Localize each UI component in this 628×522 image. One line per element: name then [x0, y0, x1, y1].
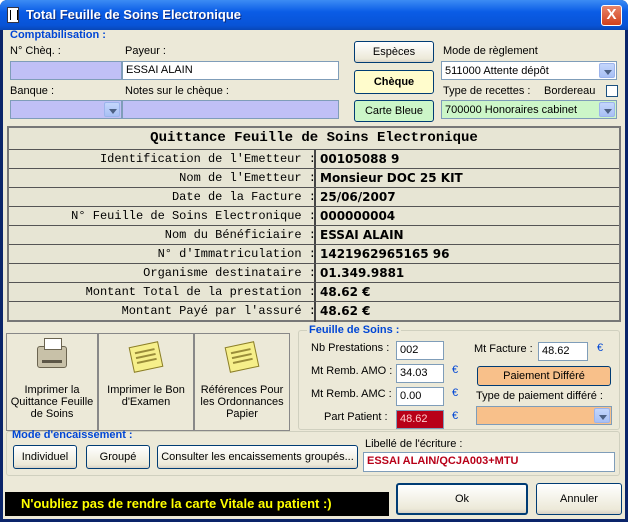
- mt-remb-amo-label: Mt Remb. AMO :: [311, 365, 393, 377]
- quittance-row: Nom de l'Emetteur : Monsieur DOC 25 KIT: [9, 168, 619, 187]
- quittance-row-value: Monsieur DOC 25 KIT: [320, 171, 463, 185]
- encaissement-title: Mode d'encaissement :: [12, 429, 133, 441]
- carte-bleue-button[interactable]: Carte Bleue: [354, 100, 434, 122]
- euro-label: €: [452, 387, 459, 399]
- libelle-label: Libellé de l'écriture :: [365, 438, 463, 450]
- quittance-panel: Quittance Feuille de Soins Electronique …: [7, 126, 621, 322]
- ok-button[interactable]: Ok: [396, 483, 528, 515]
- payeur-label: Payeur :: [125, 45, 166, 57]
- consulter-encaissements-button[interactable]: Consulter les encaissements groupés...: [157, 445, 358, 469]
- quittance-row-label: Nom du Bénéficiaire :: [164, 228, 316, 242]
- imprimer-bon-button[interactable]: Imprimer le Bon d'Examen: [98, 333, 194, 431]
- quittance-row: Montant Payé par l'assuré : 48.62 €: [9, 301, 619, 320]
- part-patient-label: Part Patient :: [324, 411, 388, 423]
- banque-label: Banque :: [10, 85, 55, 97]
- quittance-row: Nom du Bénéficiaire : ESSAI ALAIN: [9, 225, 619, 244]
- type-recettes-value: 700000 Honoraires cabinet: [445, 104, 578, 116]
- type-recettes-label: Type de recettes :: [443, 85, 531, 97]
- quittance-row-label: N° Feuille de Soins Electronique :: [71, 209, 316, 223]
- quittance-row-value: 48.62 €: [320, 285, 371, 299]
- quittance-row-value: 48.62 €: [320, 304, 371, 318]
- quittance-row: Montant Total de la prestation : 48.62 €: [9, 282, 619, 301]
- quittance-title: Quittance Feuille de Soins Electronique: [150, 130, 478, 146]
- mt-facture-label: Mt Facture :: [474, 343, 533, 355]
- quittance-row-label: Montant Payé par l'assuré :: [121, 304, 316, 318]
- title-bar[interactable]: Total Feuille de Soins Electronique X: [0, 0, 628, 30]
- status-message: N'oubliez pas de rendre la carte Vitale …: [5, 492, 389, 516]
- mt-facture-field[interactable]: 48.62: [538, 342, 588, 361]
- chevron-down-icon[interactable]: [599, 63, 615, 78]
- app-icon: [7, 7, 19, 23]
- note-icon: [128, 341, 164, 373]
- quittance-row: Date de la Facture : 25/06/2007: [9, 187, 619, 206]
- euro-label: €: [597, 342, 604, 354]
- bordereau-checkbox[interactable]: [606, 85, 618, 97]
- imprimer-quittance-label: Imprimer la Quittance Feuille de Soins: [10, 384, 94, 420]
- quittance-row-value: 01.349.9881: [320, 266, 405, 280]
- chevron-down-icon[interactable]: [104, 102, 120, 117]
- paiement-differe-button[interactable]: Paiement Différé: [477, 366, 611, 386]
- quittance-row-label: Nom de l'Emetteur :: [179, 171, 316, 185]
- window-title: Total Feuille de Soins Electronique: [26, 7, 242, 22]
- window: Total Feuille de Soins Electronique X Co…: [0, 0, 628, 522]
- quittance-row-label: Date de la Facture :: [171, 190, 316, 204]
- references-button[interactable]: Références Pour les Ordonnances Papier: [194, 333, 290, 431]
- quittance-row-label: Organisme destinataire :: [143, 266, 316, 280]
- especes-button[interactable]: Espèces: [354, 41, 434, 63]
- quittance-row-value: 1421962965165 96: [320, 247, 450, 261]
- feuille-de-soins-title: Feuille de Soins :: [307, 324, 402, 336]
- quittance-row-value: 00105088 9: [320, 152, 400, 166]
- quittance-row-label: Montant Total de la prestation :: [85, 285, 316, 299]
- banque-select[interactable]: [10, 100, 122, 119]
- euro-label: €: [452, 364, 459, 376]
- individuel-button[interactable]: Individuel: [13, 445, 77, 469]
- num-cheque-label: N° Chèq. :: [10, 45, 61, 57]
- num-cheque-field[interactable]: [10, 61, 122, 80]
- cheque-button[interactable]: Chèque: [354, 70, 434, 94]
- encaissement-group: Mode d'encaissement : Individuel Groupé …: [6, 429, 620, 476]
- quittance-row-label: N° d'Immatriculation :: [157, 247, 316, 261]
- notes-label: Notes sur le chèque :: [125, 85, 229, 97]
- mt-remb-amc-field[interactable]: 0.00: [396, 387, 444, 406]
- imprimer-bon-label: Imprimer le Bon d'Examen: [107, 384, 185, 408]
- mode-reglement-label: Mode de règlement: [443, 45, 538, 57]
- type-paiement-label: Type de paiement différé :: [476, 390, 603, 402]
- groupe-button[interactable]: Groupé: [86, 445, 150, 469]
- bordereau-label: Bordereau: [544, 85, 596, 97]
- notes-field[interactable]: [122, 100, 339, 119]
- mt-remb-amc-label: Mt Remb. AMC :: [311, 388, 392, 400]
- comptabilisation-title: Comptabilisation :: [10, 29, 106, 41]
- dialog-body: Comptabilisation : N° Chèq. : Payeur : E…: [3, 29, 625, 519]
- mode-reglement-value: 511000 Attente dépôt: [445, 65, 549, 77]
- libelle-field[interactable]: ESSAI ALAIN/QCJA003+MTU: [363, 452, 615, 472]
- part-patient-field[interactable]: 48.62: [396, 410, 444, 429]
- chevron-down-icon[interactable]: [599, 102, 615, 117]
- quittance-row: Identification de l'Emetteur : 00105088 …: [9, 149, 619, 168]
- mode-reglement-select[interactable]: 511000 Attente dépôt: [441, 61, 617, 80]
- quittance-row: N° Feuille de Soins Electronique : 00000…: [9, 206, 619, 225]
- quittance-row: Organisme destinataire : 01.349.9881: [9, 263, 619, 282]
- quittance-row-value: 25/06/2007: [320, 190, 396, 204]
- feuille-de-soins-group: Feuille de Soins : Nb Prestations : 002 …: [298, 324, 620, 430]
- type-recettes-select[interactable]: 700000 Honoraires cabinet: [441, 100, 617, 119]
- payeur-field[interactable]: ESSAI ALAIN: [122, 61, 339, 80]
- annuler-button[interactable]: Annuler: [536, 483, 622, 515]
- quittance-row-value: ESSAI ALAIN: [320, 228, 404, 242]
- quittance-row-value: 000000004: [320, 209, 396, 223]
- imprimer-quittance-button[interactable]: Imprimer la Quittance Feuille de Soins: [6, 333, 98, 431]
- type-paiement-select[interactable]: [476, 406, 612, 425]
- nb-prestations-label: Nb Prestations :: [311, 342, 390, 354]
- euro-label: €: [452, 410, 459, 422]
- note-icon: [224, 341, 260, 373]
- close-button[interactable]: X: [601, 5, 622, 26]
- nb-prestations-field[interactable]: 002: [396, 341, 444, 360]
- printer-icon: [37, 338, 67, 368]
- quittance-row-label: Identification de l'Emetteur :: [99, 152, 316, 166]
- quittance-row: N° d'Immatriculation : 1421962965165 96: [9, 244, 619, 263]
- chevron-down-icon[interactable]: [594, 408, 610, 423]
- mt-remb-amo-field[interactable]: 34.03: [396, 364, 444, 383]
- references-label: Références Pour les Ordonnances Papier: [200, 384, 284, 420]
